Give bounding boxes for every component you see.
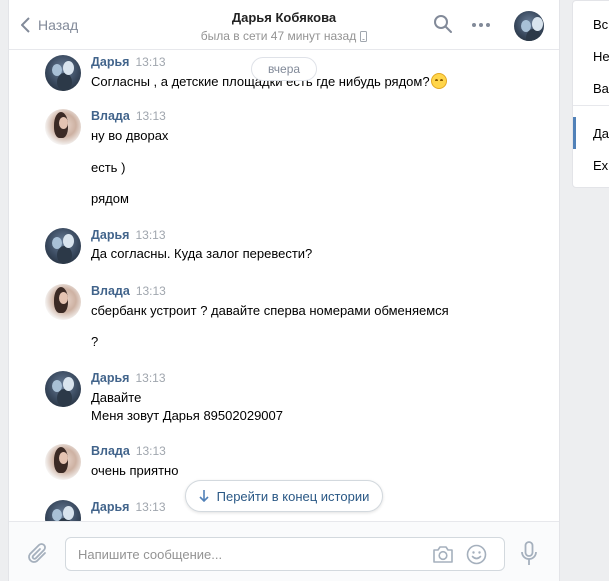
peer-avatar[interactable] (514, 11, 544, 41)
author-name[interactable]: Влада (91, 284, 130, 298)
divider (573, 105, 609, 106)
filter-item[interactable]: Не (593, 49, 609, 64)
scroll-to-end-label: Перейти в конец истории (216, 488, 370, 504)
filter-item[interactable]: Ва (593, 81, 609, 96)
phone-icon (360, 30, 368, 42)
author-row: Дарья 13:13 (91, 371, 166, 385)
camera-icon[interactable] (432, 545, 454, 564)
message-time[interactable]: 13:13 (135, 371, 165, 385)
emoji-icon[interactable] (466, 544, 487, 565)
author-row: Дарья 13:13 (91, 500, 166, 514)
message-text: Меня зовут Дарья 89502029007 (91, 408, 283, 423)
chat-window: Назад Дарья Кобякова была в сети 47 мину… (8, 0, 560, 581)
author-name[interactable]: Дарья (91, 371, 129, 385)
message-time[interactable]: 13:13 (136, 109, 166, 123)
avatar[interactable] (45, 55, 81, 91)
filter-item[interactable]: Вс (593, 17, 608, 32)
message-composer (9, 521, 559, 581)
message-history: вчера Дарья 13:13 Согласны , а детские пл… (9, 50, 559, 521)
author-row: Влада 13:13 (91, 284, 166, 298)
active-indicator (573, 117, 576, 149)
message-input[interactable] (78, 545, 418, 563)
message-input-box (65, 537, 505, 571)
filter-item-active[interactable]: Да (593, 126, 609, 141)
message-text: сбербанк устроит ? давайте сперва номера… (91, 303, 449, 318)
message-time[interactable]: 13:13 (135, 55, 165, 69)
message-text: рядом (91, 191, 129, 206)
message-text: очень приятно (91, 463, 179, 478)
message-time[interactable]: 13:13 (135, 500, 165, 514)
message-text: ну во дворах (91, 128, 169, 143)
more-icon[interactable] (471, 22, 491, 28)
author-row: Дарья 13:13 (91, 228, 166, 242)
avatar[interactable] (45, 228, 81, 264)
author-row: Дарья 13:13 (91, 55, 166, 69)
date-divider: вчера (251, 57, 317, 81)
message-text: Да согласны. Куда залог перевести? (91, 246, 313, 261)
author-name[interactable]: Дарья (91, 500, 129, 514)
message-text: Давайте (91, 390, 142, 405)
author-name[interactable]: Влада (91, 444, 130, 458)
filter-item[interactable]: Ex (593, 158, 608, 173)
paperclip-icon[interactable] (27, 542, 49, 566)
author-name[interactable]: Влада (91, 109, 130, 123)
microphone-icon[interactable] (520, 541, 538, 567)
avatar[interactable] (45, 284, 81, 320)
peer-status-text: была в сети 47 минут назад (200, 29, 357, 43)
author-row: Влада 13:13 (91, 109, 166, 123)
author-name[interactable]: Дарья (91, 55, 129, 69)
avatar[interactable] (45, 109, 81, 145)
message-text: есть ) (91, 160, 126, 175)
avatar[interactable] (45, 500, 81, 521)
peer-status: была в сети 47 минут назад (200, 29, 368, 43)
message-time[interactable]: 13:13 (136, 444, 166, 458)
author-name[interactable]: Дарья (91, 228, 129, 242)
message-text: ? (91, 334, 99, 349)
arrow-down-icon (199, 490, 209, 502)
back-button[interactable]: Назад (21, 14, 78, 36)
search-icon[interactable] (433, 14, 453, 34)
chat-header: Назад Дарья Кобякова была в сети 47 мину… (9, 0, 559, 50)
peer-name[interactable]: Дарья Кобякова (232, 10, 336, 25)
message-time[interactable]: 13:13 (135, 228, 165, 242)
avatar[interactable] (45, 444, 81, 480)
chevron-left-icon (21, 17, 30, 33)
conversation-filters-panel: Вс Не Ва Да Ex (572, 0, 609, 188)
smile-emoji-icon (430, 73, 447, 89)
scroll-to-end-button[interactable]: Перейти в конец истории (185, 480, 383, 512)
avatar[interactable] (45, 371, 81, 407)
author-row: Влада 13:13 (91, 444, 166, 458)
message-time[interactable]: 13:13 (136, 284, 166, 298)
back-label: Назад (38, 17, 79, 33)
